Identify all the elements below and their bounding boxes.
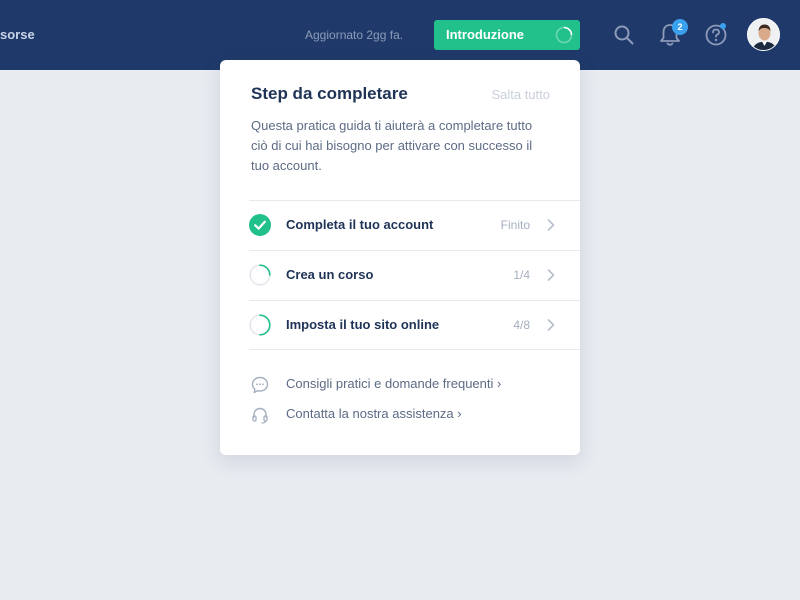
panel-title: Step da completare bbox=[251, 84, 408, 103]
step-item-create-course[interactable]: Crea un corso 1/4 bbox=[249, 250, 580, 300]
updated-timestamp: Aggiornato 2gg fa. bbox=[305, 28, 404, 42]
search-icon[interactable] bbox=[613, 24, 635, 46]
panel-description: Questa pratica guida ti aiuterà a comple… bbox=[251, 118, 533, 173]
contact-support-link[interactable]: Contatta la nostra assistenza › bbox=[249, 404, 569, 434]
faq-link-label: Consigli pratici e domande frequenti › bbox=[286, 376, 502, 391]
step-item-complete-account[interactable]: Completa il tuo account Finito bbox=[249, 200, 580, 250]
chevron-right-icon bbox=[547, 269, 555, 281]
user-avatar-icon bbox=[748, 19, 779, 50]
chevron-right-icon bbox=[547, 219, 555, 231]
step-label: Imposta il tuo sito online bbox=[286, 317, 440, 332]
introduction-progress-ring-icon bbox=[555, 26, 573, 44]
help-notification-dot bbox=[720, 23, 726, 29]
help-links: Consigli pratici e domande frequenti › C… bbox=[249, 374, 569, 434]
nav-item-partial[interactable]: sorse bbox=[0, 27, 35, 42]
step-label: Crea un corso bbox=[286, 267, 374, 282]
steps-list: Completa il tuo account Finito Crea un c… bbox=[249, 200, 580, 350]
onboarding-steps-panel: Step da completare Salta tutto Questa pr… bbox=[220, 60, 580, 455]
introduction-button[interactable]: Introduzione bbox=[434, 20, 580, 50]
chat-bubble-icon bbox=[251, 376, 269, 394]
step-label: Completa il tuo account bbox=[286, 217, 434, 232]
progress-ring-icon bbox=[249, 314, 271, 336]
check-circle-icon bbox=[249, 214, 271, 236]
step-status: 4/8 bbox=[513, 318, 530, 332]
step-item-setup-site[interactable]: Imposta il tuo sito online 4/8 bbox=[249, 300, 580, 350]
step-status: 1/4 bbox=[513, 268, 530, 282]
skip-all-link[interactable]: Salta tutto bbox=[491, 87, 550, 102]
faq-link[interactable]: Consigli pratici e domande frequenti › bbox=[249, 374, 569, 404]
user-avatar[interactable] bbox=[747, 18, 780, 51]
notification-count-badge: 2 bbox=[672, 19, 688, 35]
headset-icon bbox=[252, 407, 268, 424]
chevron-right-icon bbox=[547, 319, 555, 331]
contact-support-link-label: Contatta la nostra assistenza › bbox=[286, 406, 462, 421]
introduction-button-label: Introduzione bbox=[446, 27, 524, 42]
step-status: Finito bbox=[500, 218, 530, 232]
progress-ring-icon bbox=[249, 264, 271, 286]
